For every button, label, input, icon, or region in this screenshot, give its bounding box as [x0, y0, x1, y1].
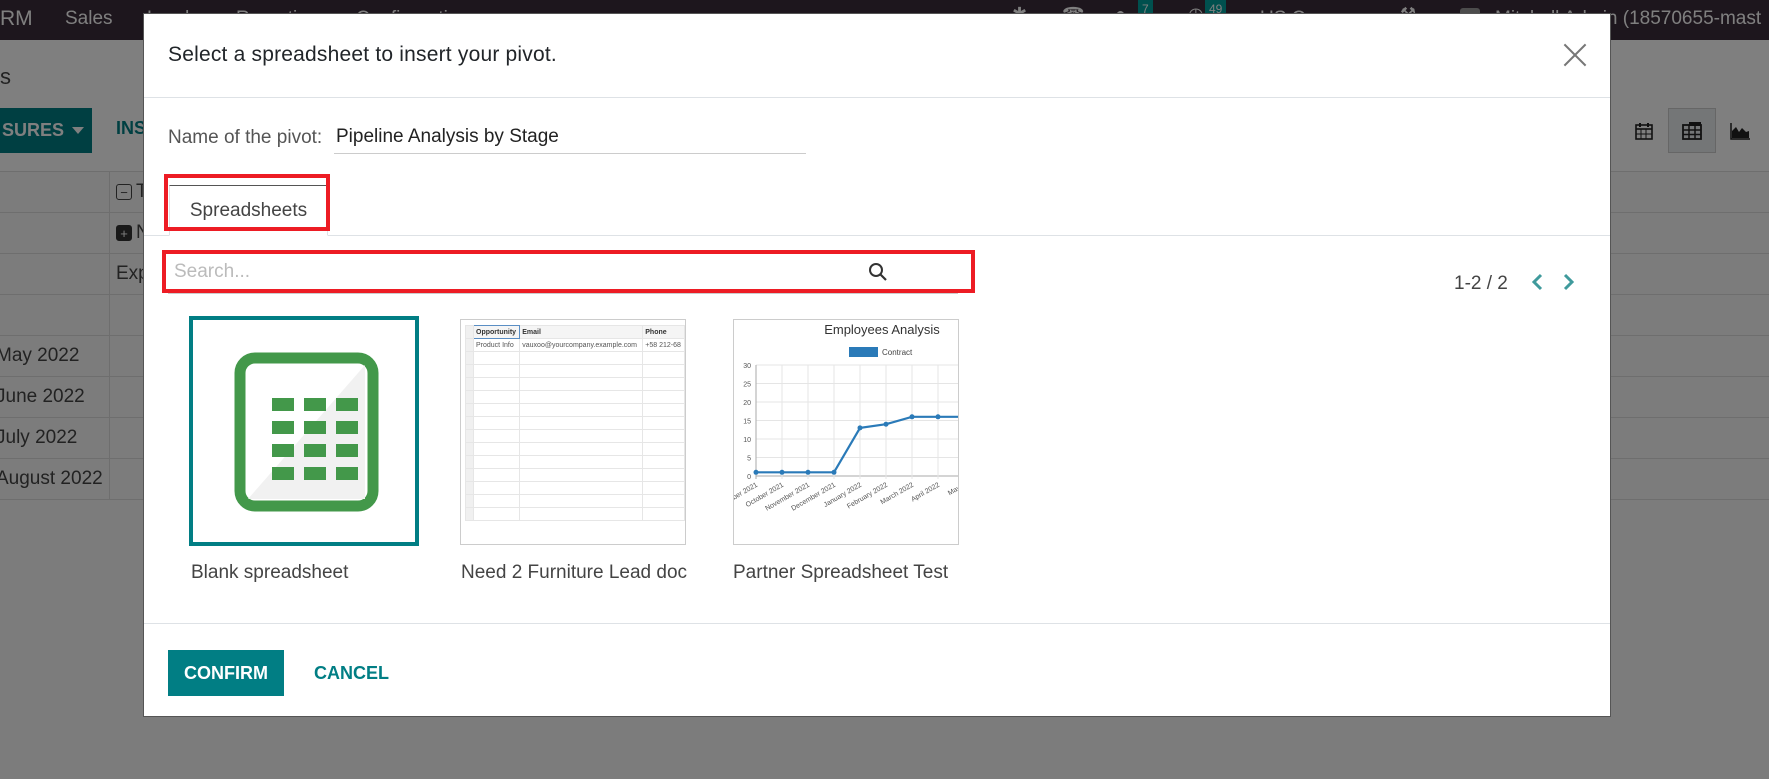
pager-value: 1-2 / 2 [1454, 273, 1508, 294]
spreadsheet-card-furniture[interactable]: Opportunity Email Phone Product Info vau… [460, 319, 686, 545]
pager-previous-button[interactable] [1526, 269, 1548, 295]
sheet-cell-block [272, 398, 294, 411]
sheet-preview-header: Phone [642, 325, 685, 339]
chart-data-point [831, 469, 837, 475]
search-icon[interactable] [868, 262, 888, 282]
sheet-preview-cell: Product Info [472, 338, 521, 352]
chart-x-tick: May 2 [947, 482, 958, 498]
chart-legend-swatch [849, 347, 878, 357]
sheet-cell-block [336, 421, 358, 434]
confirm-button[interactable]: CONFIRM [168, 650, 284, 696]
chart-data-point [779, 469, 785, 475]
chart-x-tick: April 2022 [910, 482, 941, 504]
chart-y-tick: 0 [747, 474, 751, 481]
chart-y-tick: 20 [743, 400, 751, 407]
spreadsheet-name[interactable]: Partner Spreadsheet Test [733, 562, 948, 584]
chart-x-tick: December 2021 [790, 482, 837, 513]
sheet-preview-header-row: Opportunity Email Phone [465, 325, 685, 339]
close-icon[interactable] [1562, 42, 1588, 68]
sheet-preview-empty-row [465, 351, 685, 365]
sheet-cell-block [304, 421, 326, 434]
search-input[interactable] [168, 250, 958, 294]
tabs-divider [144, 235, 1610, 236]
chart-y-tick: 15 [743, 419, 751, 426]
chart-data-point [935, 414, 941, 420]
chevron-right-icon [1563, 273, 1575, 291]
sheet-cell-block [336, 444, 358, 457]
sheet-preview-empty-row [465, 364, 685, 378]
sheet-preview-cell: +58 212-68 [642, 338, 685, 352]
sheet-preview-empty-row [465, 481, 685, 495]
cancel-button[interactable]: CANCEL [304, 650, 399, 696]
sheet-cell-block [336, 398, 358, 411]
chart-data-point [753, 469, 759, 475]
sheet-cell-block [272, 444, 294, 457]
spreadsheet-name[interactable]: Need 2 Furniture Lead doc [461, 562, 687, 584]
sheet-preview-empty-row [465, 468, 685, 482]
chart-y-tick: 10 [743, 437, 751, 444]
search-bar [168, 250, 958, 294]
chart-x-tick: November 2021 [764, 482, 811, 513]
sheet-preview-empty-row [465, 403, 685, 417]
sheet-cell-block [272, 467, 294, 480]
chart-y-tick: 25 [743, 382, 751, 389]
sheet-preview-empty-row [465, 429, 685, 443]
chart-preview: Employees Analysis Contract 0 5 10 15 20 25 30… [734, 322, 958, 513]
sheet-cell-block [272, 421, 294, 434]
sheet-preview-empty-row [465, 416, 685, 430]
sheet-preview-empty-row [465, 494, 685, 508]
sheet-preview-empty-row [465, 377, 685, 391]
chart-y-tick: 30 [743, 363, 751, 370]
sheet-cell-block [304, 444, 326, 457]
spreadsheet-card-partner[interactable]: Employees Analysis Contract 0 5 10 15 20 25 30… [733, 319, 959, 545]
spreadsheet-name[interactable]: Blank spreadsheet [191, 562, 348, 584]
chart-series-line [756, 415, 958, 474]
modal-title: Select a spreadsheet to insert your pivo… [168, 43, 557, 66]
chart-data-point [857, 425, 863, 431]
select-spreadsheet-dialog: Select a spreadsheet to insert your pivo… [143, 13, 1611, 717]
sheet-preview-empty-row [465, 455, 685, 469]
chart-data-point [883, 421, 889, 427]
sheet-preview-cell: vauxoo@yourcompany.example.com [519, 338, 644, 352]
chart-data-point [909, 414, 915, 420]
pivot-name-input[interactable] [334, 121, 806, 154]
spreadsheet-card-blank[interactable] [189, 316, 419, 546]
modal-footer: CONFIRM CANCEL [144, 623, 1610, 718]
chart-title: Employees Analysis [824, 322, 940, 337]
sheet-preview-empty-row [465, 390, 685, 404]
sheet-preview: Opportunity Email Phone Product Info vau… [465, 325, 685, 521]
sheet-cell-block [304, 467, 326, 480]
sheet-preview-empty-row [465, 442, 685, 456]
blank-spreadsheet-icon [234, 352, 379, 512]
sheet-preview-header: Opportunity [472, 325, 521, 339]
tab-spreadsheets[interactable]: Spreadsheets [169, 185, 328, 236]
chevron-left-icon [1531, 273, 1543, 291]
sheet-preview-empty-row [465, 507, 685, 521]
pager-next-button[interactable] [1558, 269, 1580, 295]
modal-header: Select a spreadsheet to insert your pivo… [144, 14, 1610, 98]
sheet-cell-block [336, 467, 358, 480]
pivot-name-label: Name of the pivot: [168, 127, 323, 148]
sheet-preview-row: Product Info vauxoo@yourcompany.example.… [465, 338, 685, 352]
chart-legend-label: Contract [882, 348, 913, 357]
sheet-preview-header: Email [519, 325, 644, 339]
sheet-cell-block [304, 398, 326, 411]
chart-y-tick: 5 [747, 456, 751, 463]
chart-data-point [805, 469, 811, 475]
